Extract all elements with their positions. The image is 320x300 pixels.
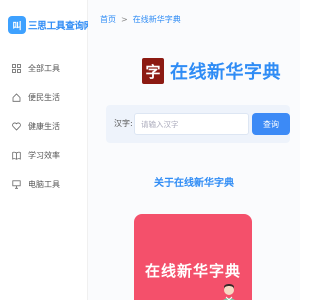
sidebar-item-computer[interactable]: 电脑工具 <box>0 170 88 199</box>
cartoon-figure-icon <box>223 284 235 300</box>
brand[interactable]: 叫 三思工具查询网 <box>8 16 93 34</box>
section-title: 关于在线新华字典 <box>154 178 234 189</box>
search-label: 汉字: <box>114 119 133 128</box>
search-button[interactable]: 查询 <box>252 113 290 135</box>
sidebar-item-health[interactable]: 健康生活 <box>0 112 88 141</box>
sidebar-item-label: 便民生活 <box>28 93 60 102</box>
monitor-icon <box>12 180 21 189</box>
sidebar-item-label: 电脑工具 <box>28 180 60 189</box>
brand-logo: 叫 <box>8 16 26 34</box>
breadcrumb-home[interactable]: 首页 <box>100 15 116 24</box>
sidebar-item-label: 学习效率 <box>28 151 60 160</box>
sidebar-nav: 全部工具 便民生活 健康生活 学习效率 电脑工具 <box>0 54 88 199</box>
sidebar-item-label: 健康生活 <box>28 122 60 131</box>
main-content: 首页 > 在线新华字典 字 在线新华字典 汉字: 查询 关于在线新华字典 在线新华字… <box>88 0 300 300</box>
breadcrumb: 首页 > 在线新华字典 <box>100 14 181 25</box>
sidebar-item-convenience[interactable]: 便民生活 <box>0 83 88 112</box>
search-panel: 汉字: 查询 <box>106 105 290 143</box>
sidebar: 叫 三思工具查询网 全部工具 便民生活 健康生活 学习效率 电脑工具 <box>0 0 93 300</box>
banner-text: 在线新华字典 <box>144 262 241 280</box>
sidebar-item-all-tools[interactable]: 全部工具 <box>0 54 88 83</box>
heart-icon <box>12 122 21 131</box>
banner-image: 在线新华字典 <box>134 214 252 300</box>
breadcrumb-separator: > <box>121 15 128 24</box>
search-input[interactable] <box>134 113 249 135</box>
sidebar-item-label: 全部工具 <box>28 64 60 73</box>
sidebar-item-study[interactable]: 学习效率 <box>0 141 88 170</box>
book-icon <box>12 151 21 160</box>
page-header: 字 在线新华字典 <box>142 58 281 84</box>
brand-name: 三思工具查询网 <box>28 21 94 32</box>
grid-icon <box>12 64 21 73</box>
home-icon <box>12 93 21 102</box>
breadcrumb-current: 在线新华字典 <box>132 15 181 24</box>
dictionary-logo: 字 <box>142 58 164 84</box>
page-title: 在线新华字典 <box>170 62 281 83</box>
